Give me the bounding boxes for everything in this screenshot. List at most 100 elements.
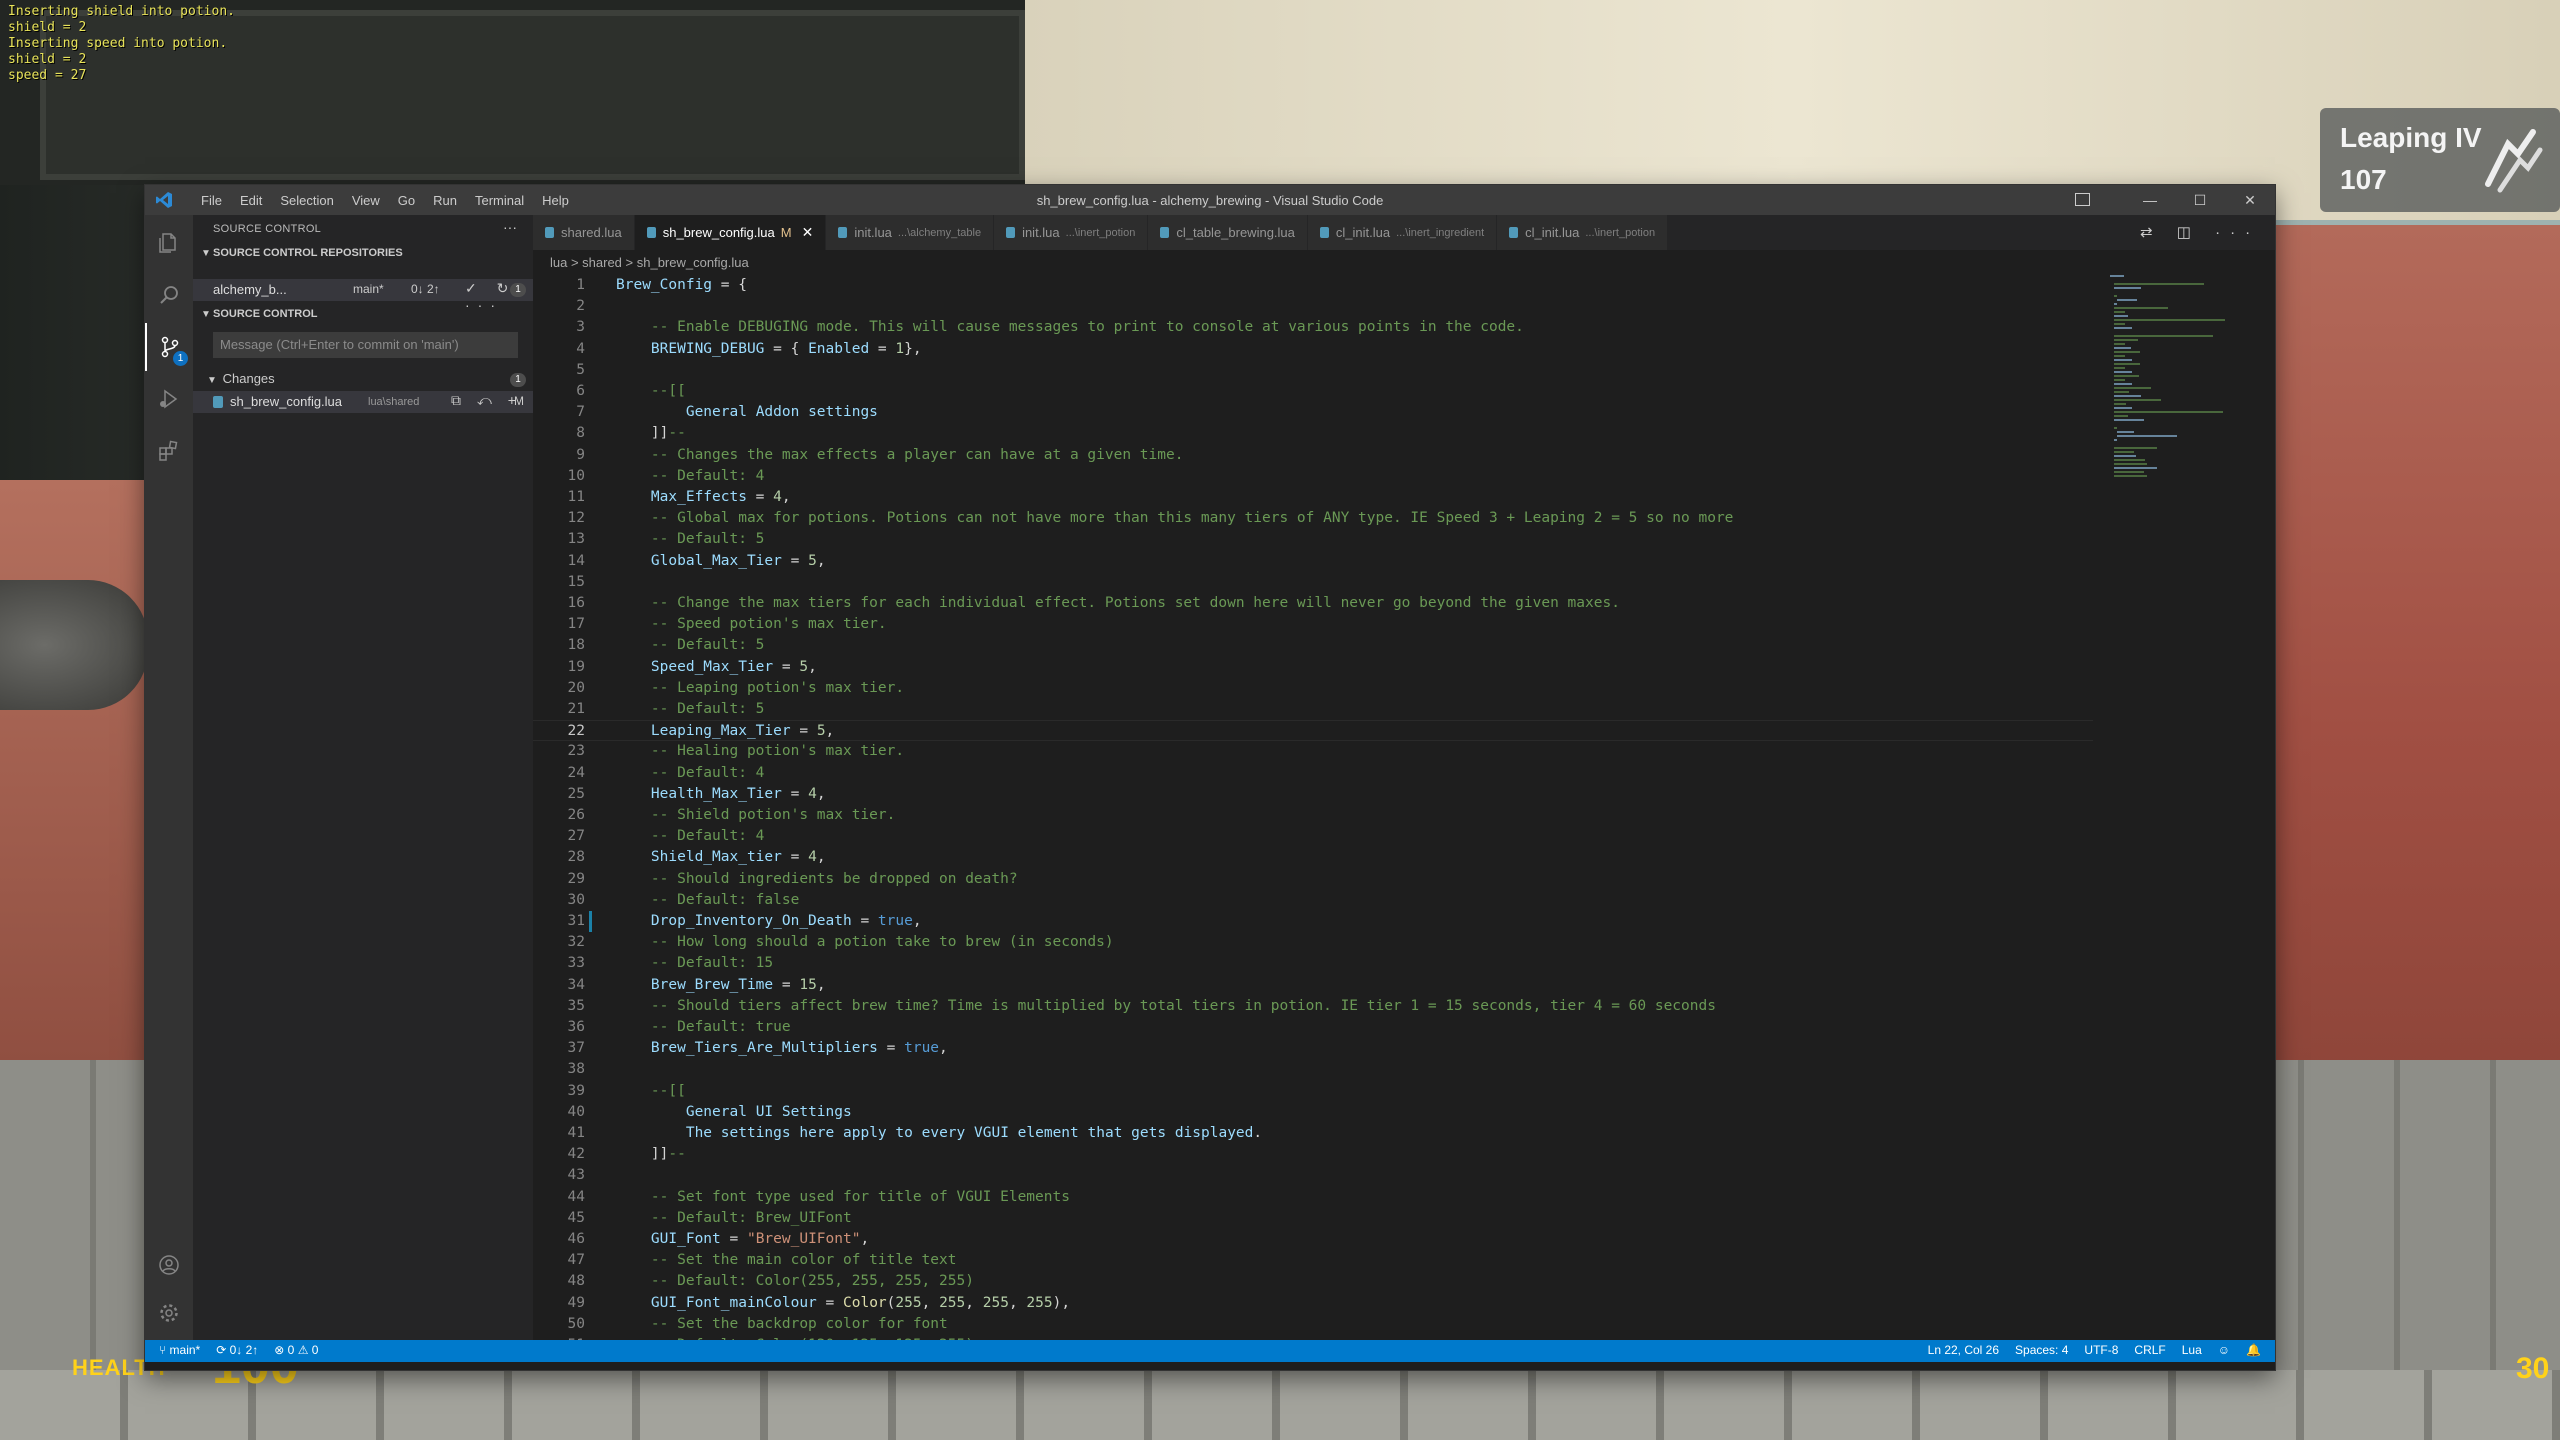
code-line[interactable]: 13 -- Default: 5	[533, 529, 2093, 550]
code-line[interactable]: 12 -- Global max for potions. Potions ca…	[533, 508, 2093, 529]
code-line[interactable]: 22 Leaping_Max_Tier = 5,	[533, 720, 2093, 742]
code-editor[interactable]: 1 Brew_Config = {2 3 -- Enable DEBUGING mo…	[533, 275, 2275, 1353]
code-line[interactable]: 28 Shield_Max_tier = 4,	[533, 847, 2093, 868]
search-icon[interactable]	[145, 271, 193, 319]
notifications-bell-icon[interactable]: 🔔	[2246, 1343, 2261, 1357]
breadcrumb[interactable]: lua > shared > sh_brew_config.lua	[550, 255, 749, 270]
code-line[interactable]: 48 -- Default: Color(255, 255, 255, 255)	[533, 1271, 2093, 1292]
tab-cl-table-brewing[interactable]: cl_table_brewing.lua	[1148, 215, 1308, 250]
code-line[interactable]: 23 -- Healing potion's max tier.	[533, 741, 2093, 762]
code-line[interactable]: 39 --[[	[533, 1081, 2093, 1102]
menu-file[interactable]: File	[192, 193, 231, 208]
tab-cl-init-inert-ingredient[interactable]: cl_init.lua ...\inert_ingredient	[1307, 215, 1498, 250]
close-tab-icon[interactable]: ✕	[802, 224, 814, 241]
code-line[interactable]: 49 GUI_Font_mainColour = Color(255, 255,…	[533, 1293, 2093, 1314]
repository-row[interactable]: alchemy_b... main* 0↓ 2↑ ✓ ↻ ··· 1	[193, 279, 533, 313]
code-line[interactable]: 7 General Addon settings	[533, 402, 2093, 423]
code-line[interactable]: 31 Drop_Inventory_On_Death = true,	[533, 911, 2093, 932]
tab-shared-lua[interactable]: shared.lua	[533, 215, 635, 250]
menu-help[interactable]: Help	[533, 193, 578, 208]
repositories-section-header[interactable]: ▼ SOURCE CONTROL REPOSITORIES	[201, 247, 403, 259]
minimize-button[interactable]: —	[2125, 185, 2175, 215]
code-line[interactable]: 6 --[[	[533, 381, 2093, 402]
code-line[interactable]: 41 The settings here apply to every VGUI…	[533, 1123, 2093, 1144]
git-branch-status[interactable]: ⑂ main*	[159, 1343, 200, 1357]
account-icon[interactable]	[145, 1241, 193, 1289]
toggle-layout-icon[interactable]	[2075, 193, 2090, 206]
code-line[interactable]: 16 -- Change the max tiers for each indi…	[533, 593, 2093, 614]
changed-file-actions[interactable]: ⧉ ↶ +	[451, 392, 522, 409]
code-line[interactable]: 24 -- Default: 4	[533, 763, 2093, 784]
tab-cl-init-inert-potion[interactable]: cl_init.lua ...\inert_potion	[1497, 215, 1669, 250]
maximize-button[interactable]: ☐	[2175, 185, 2225, 215]
code-line[interactable]: 3 -- Enable DEBUGING mode. This will cau…	[533, 317, 2093, 338]
code-line[interactable]: 14 Global_Max_Tier = 5,	[533, 551, 2093, 572]
editor-actions[interactable]: ⇄ ◫ ···	[2140, 223, 2260, 241]
code-line[interactable]: 21 -- Default: 5	[533, 699, 2093, 720]
repo-sync-status[interactable]: 0↓ 2↑	[411, 282, 440, 296]
code-line[interactable]: 25 Health_Max_Tier = 4,	[533, 784, 2093, 805]
code-line[interactable]: 43	[533, 1165, 2093, 1186]
code-line[interactable]: 5	[533, 360, 2093, 381]
commit-message-input[interactable]: Message (Ctrl+Enter to commit on 'main')	[213, 332, 518, 358]
code-line[interactable]: 44 -- Set font type used for title of VG…	[533, 1187, 2093, 1208]
code-line[interactable]: 15	[533, 572, 2093, 593]
code-line[interactable]: 32 -- How long should a potion take to b…	[533, 932, 2093, 953]
sidebar-more-icon[interactable]: ···	[503, 219, 517, 235]
indentation-status[interactable]: Spaces: 4	[2015, 1343, 2068, 1357]
code-line[interactable]: 37 Brew_Tiers_Are_Multipliers = true,	[533, 1038, 2093, 1059]
code-line[interactable]: 42 ]]--	[533, 1144, 2093, 1165]
minimap[interactable]	[2110, 275, 2260, 895]
changes-group-header[interactable]: ▼ Changes	[207, 371, 275, 386]
feedback-icon[interactable]: ☺	[2218, 1343, 2230, 1357]
cursor-position[interactable]: Ln 22, Col 26	[1928, 1343, 1999, 1357]
code-line[interactable]: 38	[533, 1059, 2093, 1080]
code-line[interactable]: 30 -- Default: false	[533, 890, 2093, 911]
code-line[interactable]: 1 Brew_Config = {	[533, 275, 2093, 296]
tab-init-inert-potion[interactable]: init.lua ...\inert_potion	[994, 215, 1149, 250]
menu-go[interactable]: Go	[389, 193, 424, 208]
language-mode[interactable]: Lua	[2182, 1343, 2202, 1357]
menu-view[interactable]: View	[343, 193, 389, 208]
code-line[interactable]: 36 -- Default: true	[533, 1017, 2093, 1038]
repo-branch[interactable]: main*	[353, 282, 384, 296]
source-control-section-header[interactable]: ▼ SOURCE CONTROL	[201, 308, 318, 320]
code-line[interactable]: 17 -- Speed potion's max tier.	[533, 614, 2093, 635]
encoding-status[interactable]: UTF-8	[2084, 1343, 2118, 1357]
code-line[interactable]: 4 BREWING_DEBUG = { Enabled = 1},	[533, 339, 2093, 360]
menu-edit[interactable]: Edit	[231, 193, 271, 208]
code-line[interactable]: 33 -- Default: 15	[533, 953, 2093, 974]
menu-terminal[interactable]: Terminal	[466, 193, 533, 208]
run-debug-icon[interactable]	[145, 375, 193, 423]
code-line[interactable]: 47 -- Set the main color of title text	[533, 1250, 2093, 1271]
menu-selection[interactable]: Selection	[271, 193, 342, 208]
tab-init-alchemy-table[interactable]: init.lua ...\alchemy_table	[826, 215, 995, 250]
code-line[interactable]: 40 General UI Settings	[533, 1102, 2093, 1123]
code-line[interactable]: 11 Max_Effects = 4,	[533, 487, 2093, 508]
code-line[interactable]: 26 -- Shield potion's max tier.	[533, 805, 2093, 826]
code-line[interactable]: 45 -- Default: Brew_UIFont	[533, 1208, 2093, 1229]
code-line[interactable]: 9 -- Changes the max effects a player ca…	[533, 445, 2093, 466]
changed-file-row[interactable]: sh_brew_config.lua lua\shared ⧉ ↶ + M	[193, 391, 533, 413]
code-line[interactable]: 46 GUI_Font = "Brew_UIFont",	[533, 1229, 2093, 1250]
problems-status[interactable]: ⊗ 0 ⚠ 0	[274, 1343, 318, 1357]
code-line[interactable]: 18 -- Default: 5	[533, 635, 2093, 656]
code-line[interactable]: 27 -- Default: 4	[533, 826, 2093, 847]
settings-gear-icon[interactable]	[145, 1289, 193, 1337]
tab-sh-brew-config[interactable]: sh_brew_config.lua M ✕	[634, 215, 827, 250]
code-line[interactable]: 8 ]]--	[533, 423, 2093, 444]
code-line[interactable]: 19 Speed_Max_Tier = 5,	[533, 657, 2093, 678]
close-button[interactable]: ✕	[2225, 185, 2275, 215]
git-sync-status[interactable]: ⟳ 0↓ 2↑	[216, 1343, 258, 1357]
code-line[interactable]: 50 -- Set the backdrop color for font	[533, 1314, 2093, 1335]
code-line[interactable]: 2	[533, 296, 2093, 317]
eol-status[interactable]: CRLF	[2134, 1343, 2165, 1357]
explorer-icon[interactable]	[145, 219, 193, 267]
source-control-icon[interactable]: 1	[145, 323, 193, 371]
code-line[interactable]: 10 -- Default: 4	[533, 466, 2093, 487]
code-line[interactable]: 20 -- Leaping potion's max tier.	[533, 678, 2093, 699]
extensions-icon[interactable]	[145, 427, 193, 475]
code-line[interactable]: 29 -- Should ingredients be dropped on d…	[533, 869, 2093, 890]
code-line[interactable]: 34 Brew_Brew_Time = 15,	[533, 975, 2093, 996]
menu-run[interactable]: Run	[424, 193, 466, 208]
